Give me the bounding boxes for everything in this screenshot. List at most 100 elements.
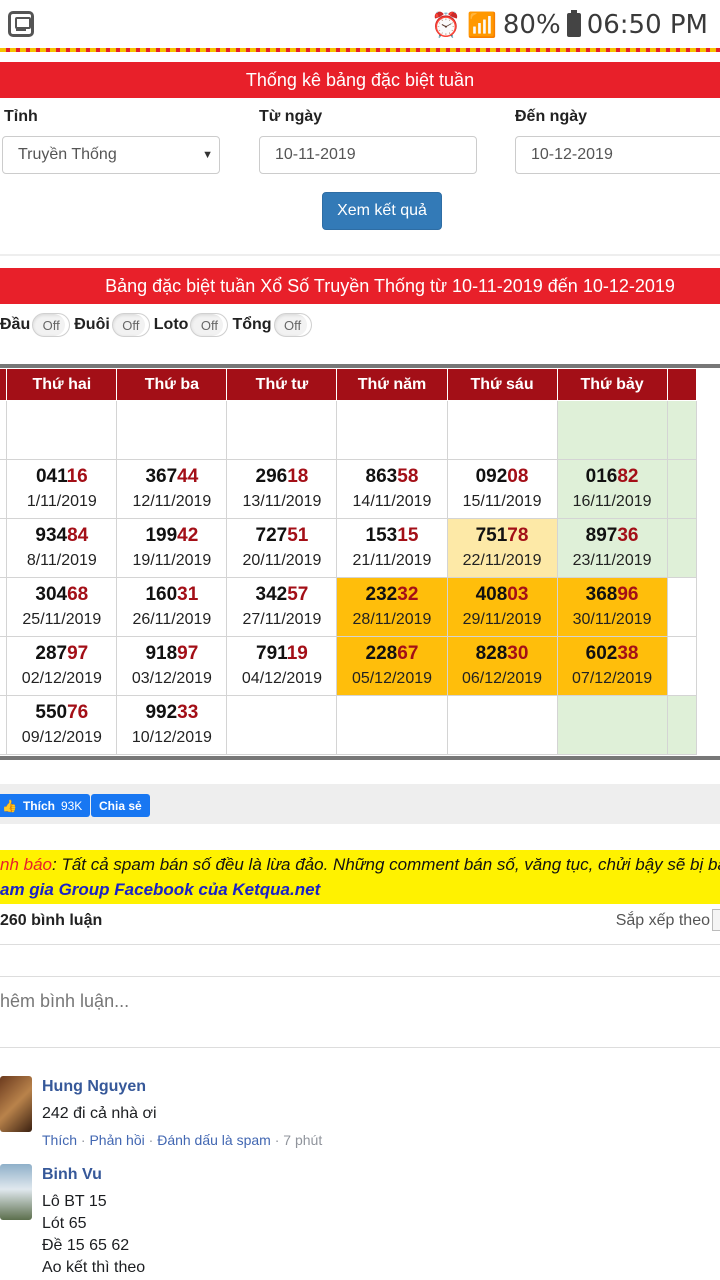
toggle-dau[interactable]: Đầu Off xyxy=(0,313,71,337)
warning-line: nh báo: Tất cả spam bán số đều là lừa đả… xyxy=(0,855,720,875)
result-number: 86358 xyxy=(337,466,446,488)
result-date: 07/12/2019 xyxy=(572,669,653,687)
facebook-group-link[interactable]: am gia Group Facebook của Ketqua.net xyxy=(0,880,320,900)
facebook-like-button[interactable]: 👍 Thích 93K xyxy=(0,794,91,817)
result-number-tail: 68 xyxy=(67,583,89,605)
result-cell: 36896 30/11/2019 xyxy=(556,577,668,637)
comments-header: 260 bình luận Sắp xếp theo xyxy=(0,906,720,938)
result-cell xyxy=(336,400,448,460)
comment-spam-link[interactable]: Đánh dấu là spam xyxy=(157,1132,271,1148)
result-number: 36744 xyxy=(117,466,226,488)
like-count: 93K xyxy=(60,798,83,813)
result-number-head: 287 xyxy=(35,642,68,664)
result-date: 28/11/2019 xyxy=(352,610,432,628)
comment-input[interactable]: hêm bình luận... xyxy=(0,976,720,1048)
result-number-tail: 33 xyxy=(177,701,199,723)
comment-reply-link[interactable]: Phản hồi xyxy=(89,1132,144,1148)
result-number-tail: 31 xyxy=(177,583,199,605)
result-number-tail: 97 xyxy=(67,642,89,664)
result-date: 16/11/2019 xyxy=(572,492,652,510)
sort-dropdown[interactable] xyxy=(712,909,720,931)
result-date: 1/11/2019 xyxy=(26,492,97,510)
result-number-tail: 57 xyxy=(287,583,309,605)
result-cell xyxy=(0,577,8,637)
avatar[interactable] xyxy=(0,1076,32,1132)
result-number-head: 828 xyxy=(475,642,508,664)
view-results-button[interactable]: Xem kết quả xyxy=(322,192,442,230)
status-bar-right: ⏰ 📶 80% 06:50 PM xyxy=(431,6,708,44)
result-number-tail: 58 xyxy=(397,465,419,487)
result-cell: 30468 25/11/2019 xyxy=(6,577,118,637)
toggle-loto-label: Loto xyxy=(153,316,189,333)
to-date-field[interactable]: 10-12-2019 xyxy=(515,136,720,174)
result-number-head: 550 xyxy=(35,701,68,723)
result-cell xyxy=(556,400,668,460)
from-date-label: Từ ngày xyxy=(259,108,323,125)
result-number-head: 304 xyxy=(35,583,68,605)
result-number-head: 016 xyxy=(585,465,618,487)
alarm-icon: ⏰ xyxy=(431,11,461,39)
result-cell: 34257 27/11/2019 xyxy=(226,577,338,637)
result-number-head: 367 xyxy=(145,465,178,487)
result-date: 21/11/2019 xyxy=(352,551,432,569)
result-date: 12/11/2019 xyxy=(132,492,212,510)
result-cell: 19942 19/11/2019 xyxy=(116,518,228,578)
result-date: 8/11/2019 xyxy=(26,551,97,569)
table-row: 04116 1/11/2019 36744 12/11/2019 29618 13/11/… xyxy=(0,459,698,519)
toggle-duoi-label: Đuôi xyxy=(74,316,110,333)
result-date: 26/11/2019 xyxy=(132,610,212,628)
divider xyxy=(0,254,720,256)
comment-author[interactable]: Binh Vu xyxy=(42,1166,102,1184)
toggle-duoi[interactable]: Đuôi Off xyxy=(74,313,150,337)
facebook-share-button[interactable]: Chia sẻ xyxy=(91,794,150,817)
like-label: Thích xyxy=(22,798,55,813)
result-number-tail: 15 xyxy=(397,524,419,546)
toggle-loto[interactable]: Loto Off xyxy=(154,313,229,337)
result-cell xyxy=(0,400,8,460)
result-cell: 29618 13/11/2019 xyxy=(226,459,338,519)
to-date-label: Đến ngày xyxy=(515,108,588,125)
result-number-tail: 03 xyxy=(507,583,529,605)
column-header: Thứ bảy xyxy=(556,368,668,401)
province-select[interactable]: Truyền Thống ▼ xyxy=(2,136,220,174)
result-number: 30468 xyxy=(7,584,116,606)
toggle-duoi-switch[interactable]: Off xyxy=(111,313,150,337)
result-number-head: 232 xyxy=(365,583,398,605)
comment-author[interactable]: Hung Nguyen xyxy=(42,1078,146,1096)
result-cell xyxy=(556,695,668,755)
clock: 06:50 PM xyxy=(586,10,708,40)
chevron-down-icon: ▼ xyxy=(202,149,213,161)
battery-percent: 80% xyxy=(502,10,561,40)
toggle-dau-switch[interactable]: Off xyxy=(32,313,71,337)
result-number: 34257 xyxy=(227,584,336,606)
result-number-head: 296 xyxy=(255,465,288,487)
from-date-value: 10-11-2019 xyxy=(275,146,356,163)
result-cell xyxy=(0,518,8,578)
result-number-head: 199 xyxy=(145,524,178,546)
result-number: 22867 xyxy=(337,643,446,665)
result-number-head: 228 xyxy=(365,642,398,664)
result-date: 29/11/2019 xyxy=(462,610,542,628)
from-date-field[interactable]: 10-11-2019 xyxy=(259,136,477,174)
result-cell xyxy=(116,400,228,460)
comment-like-link[interactable]: Thích xyxy=(42,1132,77,1148)
comment-actions: Thích · Phản hồi · Đánh dấu là spam · 7 … xyxy=(42,1132,323,1148)
table-row: 28797 02/12/2019 91897 03/12/2019 79119 04/12… xyxy=(0,636,698,696)
comment-time[interactable]: 7 phút xyxy=(283,1132,322,1148)
toggle-tong[interactable]: Tổng Off xyxy=(232,313,312,337)
to-date-value: 10-12-2019 xyxy=(531,146,613,163)
toggle-loto-switch[interactable]: Off xyxy=(190,313,229,337)
page-title: Thống kê bảng đặc biệt tuần xyxy=(0,62,720,98)
result-number-head: 153 xyxy=(365,524,398,546)
result-date: 13/11/2019 xyxy=(242,492,322,510)
table-header-row: Thứ hai Thứ ba Thứ tư Thứ năm Thứ sáu Thứ bảy xyxy=(0,368,698,401)
result-cell xyxy=(666,636,698,696)
result-number-head: 160 xyxy=(145,583,178,605)
result-number: 75178 xyxy=(448,525,557,547)
toggle-tong-switch[interactable]: Off xyxy=(273,313,312,337)
result-number-tail: 36 xyxy=(617,524,639,546)
avatar[interactable] xyxy=(0,1164,32,1220)
result-number-head: 751 xyxy=(475,524,508,546)
result-cell: 23232 28/11/2019 xyxy=(336,577,448,637)
thumbs-up-icon: 👍 xyxy=(2,798,17,813)
